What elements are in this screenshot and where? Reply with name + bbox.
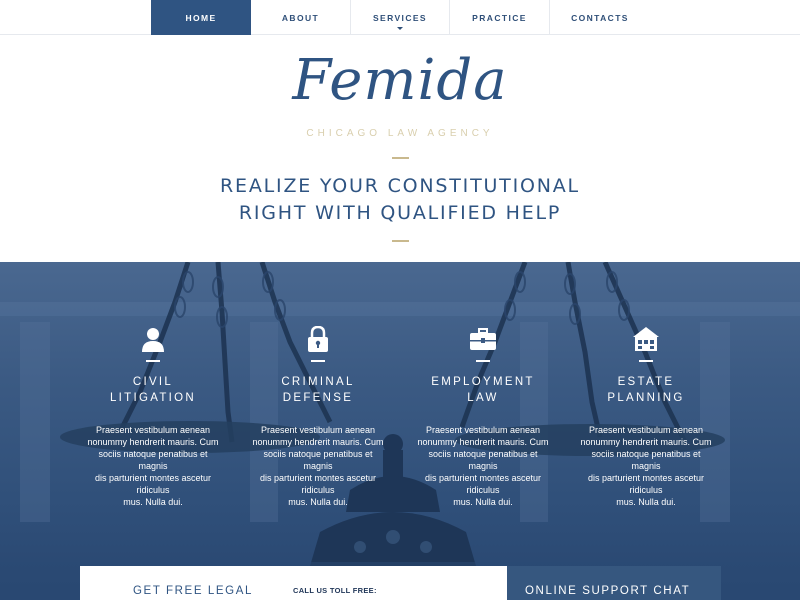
service-divider [311, 360, 325, 362]
services-banner: CIVIL LITIGATION Praesent vestibulum aen… [0, 262, 800, 600]
service-description: Praesent vestibulum aenean nonummy hendr… [417, 425, 549, 507]
service-employment-law[interactable]: EMPLOYMENT LAW Praesent vestibulum aenea… [413, 326, 553, 508]
divider-top [392, 157, 409, 159]
person-icon [142, 328, 164, 352]
nav-home-label: HOME [185, 12, 217, 23]
online-support-chat-title: ONLINE SUPPORT CHAT [525, 585, 691, 597]
service-criminal-defense[interactable]: CRIMINAL DEFENSE Praesent vestibulum aen… [248, 326, 388, 508]
lock-icon [308, 326, 328, 352]
service-estate-planning[interactable]: ESTATE PLANNING Praesent vestibulum aene… [576, 326, 716, 508]
service-description: Praesent vestibulum aenean nonummy hendr… [580, 425, 712, 507]
service-title: CIVIL LITIGATION [109, 376, 197, 404]
service-title: EMPLOYMENT LAW [431, 376, 535, 404]
service-divider [476, 360, 490, 362]
service-title: ESTATE PLANNING [607, 376, 685, 404]
divider-bottom [392, 240, 409, 242]
toll-free-label: CALL US TOLL FREE: [293, 586, 377, 595]
nav-contacts[interactable]: CONTACTS [550, 0, 650, 35]
online-support-chat-panel[interactable]: ONLINE SUPPORT CHAT [507, 566, 721, 600]
service-description: Praesent vestibulum aenean nonummy hendr… [252, 425, 384, 507]
logo-tagline: CHICAGO LAW AGENCY [306, 128, 494, 139]
nav-about-label: ABOUT [281, 12, 320, 23]
top-navigation: HOME ABOUT SERVICES PRACTICE CONTACTS [0, 0, 800, 35]
service-title: CRIMINAL DEFENSE [281, 376, 355, 404]
nav-practice[interactable]: PRACTICE [450, 0, 550, 35]
nav-contacts-label: CONTACTS [571, 12, 629, 23]
nav-services[interactable]: SERVICES [351, 0, 450, 35]
nav-about[interactable]: ABOUT [251, 0, 351, 35]
briefcase-icon [470, 328, 496, 350]
free-legal-title: GET FREE LEGAL [133, 585, 253, 597]
house-icon [633, 327, 659, 351]
free-legal-panel: GET FREE LEGAL CALL US TOLL FREE: [80, 566, 507, 600]
nav-services-label: SERVICES [372, 12, 428, 23]
hero-headline-line2: RIGHT WITH QUALIFIED HELP [238, 202, 562, 224]
nav-practice-label: PRACTICE [472, 12, 527, 23]
service-description: Praesent vestibulum aenean nonummy hendr… [87, 425, 219, 507]
nav-home[interactable]: HOME [151, 0, 251, 35]
hero-headline-line1: REALIZE YOUR CONSTITUTIONAL [220, 175, 580, 197]
service-divider [146, 360, 160, 362]
service-civil-litigation[interactable]: CIVIL LITIGATION Praesent vestibulum aen… [83, 326, 223, 508]
logo[interactable]: Femida [0, 48, 800, 113]
service-divider [639, 360, 653, 362]
chevron-down-icon [397, 27, 403, 30]
